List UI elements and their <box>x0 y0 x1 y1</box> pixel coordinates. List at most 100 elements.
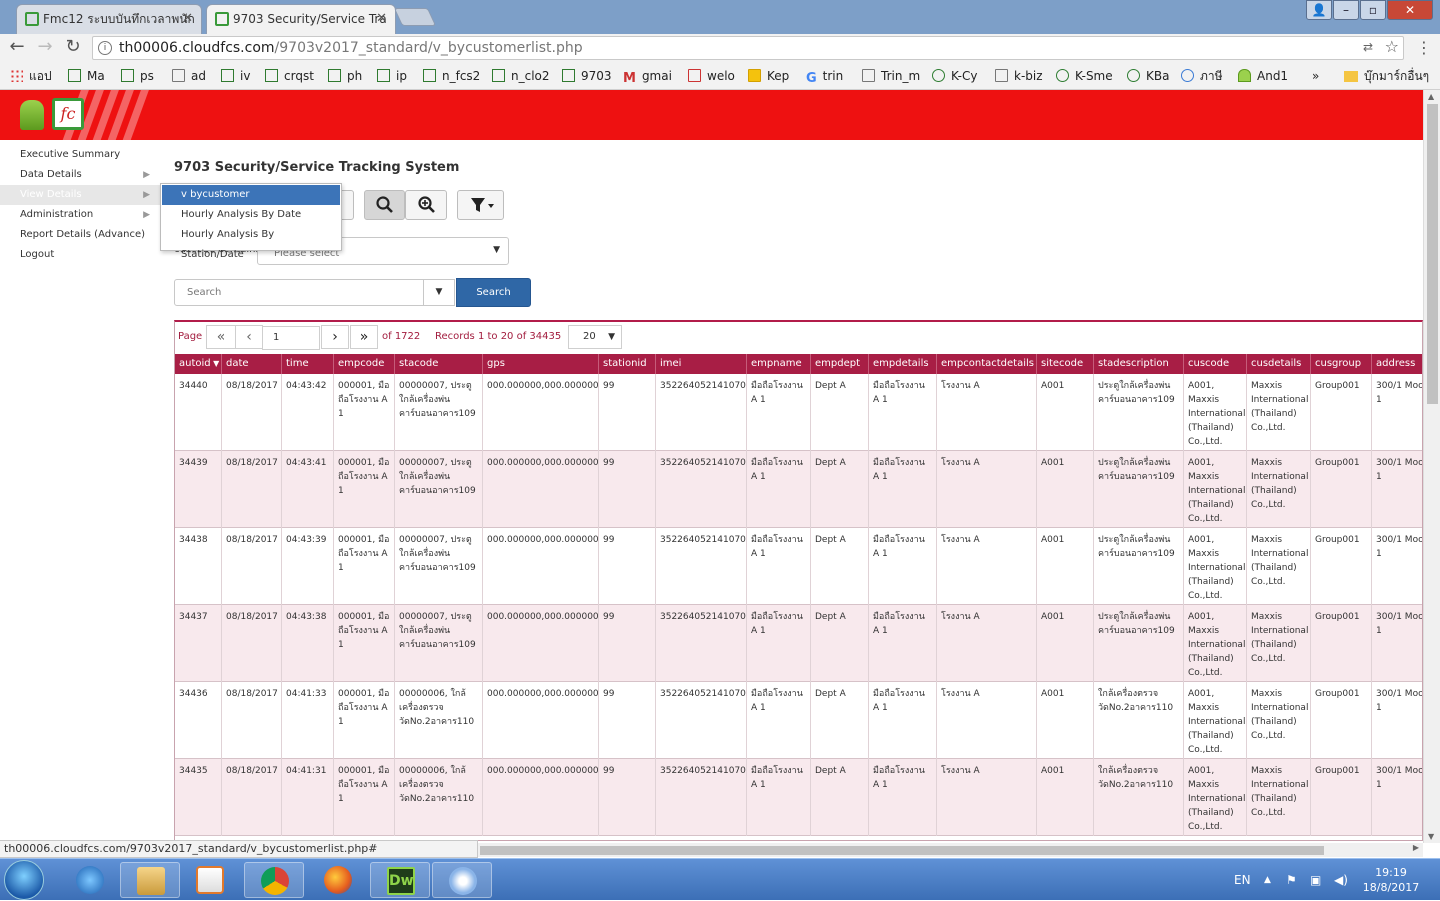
table-row[interactable]: 34438 08/18/2017 04:43:39 000001, มือถือโรง… <box>175 528 1422 605</box>
taskbar-chrome[interactable] <box>244 862 304 898</box>
column-header-stadescription[interactable]: stadescription <box>1094 354 1184 374</box>
first-page-button[interactable]: « <box>206 325 236 349</box>
volume-icon[interactable]: ◀) <box>1334 859 1348 901</box>
advanced-search-button[interactable] <box>405 190 447 220</box>
column-header-empdetails[interactable]: empdetails <box>869 354 937 374</box>
table-row[interactable]: 34439 08/18/2017 04:43:41 000001, มือถือโรง… <box>175 451 1422 528</box>
bookmark-ad[interactable]: ad <box>172 67 206 85</box>
bookmark-kba[interactable]: KBa <box>1127 67 1169 85</box>
bookmark-k-biz[interactable]: k-biz <box>995 67 1043 85</box>
sidebar-item-executive-summary[interactable]: Executive Summary <box>0 145 160 165</box>
browser-menu-icon[interactable]: ⋮ <box>1416 38 1432 58</box>
page-vertical-scrollbar[interactable]: ▲ ▼ <box>1423 90 1440 843</box>
taskbar-media-player[interactable] <box>180 862 240 898</box>
taskbar-ie[interactable] <box>60 862 120 898</box>
search-input[interactable]: Search <box>174 279 424 306</box>
column-header-cuscode[interactable]: cuscode <box>1184 354 1247 374</box>
bookmark-9703[interactable]: 9703 <box>562 67 612 85</box>
action-center-icon[interactable]: ⚑ <box>1286 859 1297 901</box>
column-header-sitecode[interactable]: sitecode <box>1037 354 1094 374</box>
page-horizontal-scrollbar[interactable]: ▶ <box>478 843 1423 857</box>
bookmark-ph[interactable]: ph <box>328 67 362 85</box>
bookmarks-more-button[interactable]: » <box>1312 67 1319 85</box>
next-page-button[interactable]: › <box>321 325 349 349</box>
translate-icon[interactable]: ⇄ <box>1363 39 1379 55</box>
prev-page-button[interactable]: ‹ <box>235 325 263 349</box>
sidebar-item-administration[interactable]: Administration ▶ <box>0 205 160 225</box>
bookmark-trin[interactable]: Gtrin <box>806 67 843 86</box>
table-row[interactable]: 34437 08/18/2017 04:43:38 000001, มือถือโรง… <box>175 605 1422 682</box>
column-header-time[interactable]: time <box>282 354 334 374</box>
scroll-thumb[interactable] <box>1427 104 1438 404</box>
column-header-imei[interactable]: imei <box>656 354 747 374</box>
minimize-button[interactable]: – <box>1333 0 1359 20</box>
filter-button[interactable] <box>457 190 504 220</box>
windows-start-button[interactable] <box>4 860 44 900</box>
tray-expand-icon[interactable]: ▲ <box>1264 859 1271 901</box>
table-row[interactable]: 34435 08/18/2017 04:41:31 000001, มือถือโรง… <box>175 759 1422 836</box>
language-indicator[interactable]: EN <box>1234 859 1251 901</box>
column-header-cusdetails[interactable]: cusdetails <box>1247 354 1311 374</box>
search-options-dropdown[interactable]: ▼ <box>423 279 455 306</box>
address-bar[interactable]: i th00006.cloudfcs.com/9703v2017_standar… <box>92 36 1404 60</box>
column-header-address[interactable]: address <box>1372 354 1422 374</box>
table-row[interactable]: 34440 08/18/2017 04:43:42 000001, มือถือโรง… <box>175 374 1422 451</box>
column-header-empname[interactable]: empname <box>747 354 811 374</box>
forward-arrow-icon[interactable]: → <box>34 36 56 58</box>
bookmark-kep[interactable]: Kep <box>748 67 789 85</box>
close-tab-icon[interactable]: ✕ <box>182 5 193 33</box>
sidebar-item-logout[interactable]: Logout <box>0 245 160 265</box>
info-icon[interactable]: i <box>98 41 112 55</box>
sidebar-item-view-details[interactable]: View Details ▶ <box>0 185 160 205</box>
column-header-empcode[interactable]: empcode <box>334 354 395 374</box>
new-tab-button[interactable] <box>393 8 437 26</box>
scroll-down-icon[interactable]: ▼ <box>1428 832 1434 841</box>
user-profile-button[interactable]: 👤 <box>1306 0 1332 20</box>
bookmark-tax[interactable]: ภาษี <box>1181 67 1223 85</box>
page-number-input[interactable]: 1 <box>262 326 320 350</box>
search-button-icon[interactable] <box>364 190 405 220</box>
sidebar-item-data-details[interactable]: Data Details ▶ <box>0 165 160 185</box>
taskbar-firefox[interactable] <box>308 862 368 898</box>
last-page-button[interactable]: » <box>350 325 378 349</box>
close-window-button[interactable]: ✕ <box>1387 0 1433 20</box>
back-arrow-icon[interactable]: ← <box>6 36 28 58</box>
submenu-item-hourly-by-date[interactable]: Hourly Analysis By Date <box>162 205 340 225</box>
bookmark-n-fcs2[interactable]: n_fcs2 <box>423 67 480 85</box>
other-bookmarks-folder[interactable]: บุ๊กมาร์กอื่นๆ <box>1344 67 1429 85</box>
close-tab-icon[interactable]: ✕ <box>376 5 387 33</box>
column-header-empdept[interactable]: empdept <box>811 354 869 374</box>
taskbar-clock[interactable]: 19:19 18/8/2017 <box>1356 865 1426 895</box>
bookmark-ip[interactable]: ip <box>377 67 407 85</box>
bookmark-k-cy[interactable]: K-Cy <box>932 67 977 85</box>
search-button[interactable]: Search <box>456 278 531 307</box>
bookmark-star-icon[interactable]: ☆ <box>1385 38 1399 56</box>
bookmark-k-sme[interactable]: K-Sme <box>1056 67 1113 85</box>
taskbar-explorer[interactable] <box>120 862 180 898</box>
bookmark-ma[interactable]: Ma <box>68 67 105 85</box>
column-header-stationid[interactable]: stationid <box>599 354 656 374</box>
sidebar-item-report-details[interactable]: Report Details (Advance) <box>0 225 160 245</box>
bookmark-trin-m[interactable]: Trin_m <box>862 67 920 85</box>
browser-tab-9703[interactable]: 9703 Security/Service Tra ✕ <box>206 4 396 34</box>
table-row[interactable]: 34436 08/18/2017 04:41:33 000001, มือถือโรง… <box>175 682 1422 759</box>
bookmark-apps[interactable]: แอป <box>10 67 52 85</box>
page-size-select[interactable]: 20 ▼ <box>568 325 622 349</box>
submenu-item-v-bycustomer[interactable]: v bycustomer <box>162 185 340 205</box>
bookmark-welo[interactable]: welo <box>688 67 735 85</box>
bookmark-ps[interactable]: ps <box>121 67 154 85</box>
bookmark-gmai[interactable]: Mgmai <box>623 67 672 86</box>
taskbar-dreamweaver[interactable]: Dw <box>370 862 430 898</box>
column-header-date[interactable]: date <box>222 354 282 374</box>
submenu-item-hourly-by-station-date[interactable]: Hourly Analysis By Station/Date <box>162 225 340 260</box>
scroll-up-icon[interactable]: ▲ <box>1428 92 1434 101</box>
scroll-right-icon[interactable]: ▶ <box>1413 843 1419 852</box>
column-header-autoid[interactable]: autoid ▼ <box>175 354 222 374</box>
bookmark-n-clo2[interactable]: n_clo2 <box>492 67 550 85</box>
column-header-cusgroup[interactable]: cusgroup <box>1311 354 1372 374</box>
column-header-gps[interactable]: gps <box>483 354 599 374</box>
column-header-empcontactdetails[interactable]: empcontactdetails <box>937 354 1037 374</box>
scroll-thumb[interactable] <box>480 846 1324 855</box>
column-header-stacode[interactable]: stacode <box>395 354 483 374</box>
taskbar-paint[interactable] <box>432 862 492 898</box>
